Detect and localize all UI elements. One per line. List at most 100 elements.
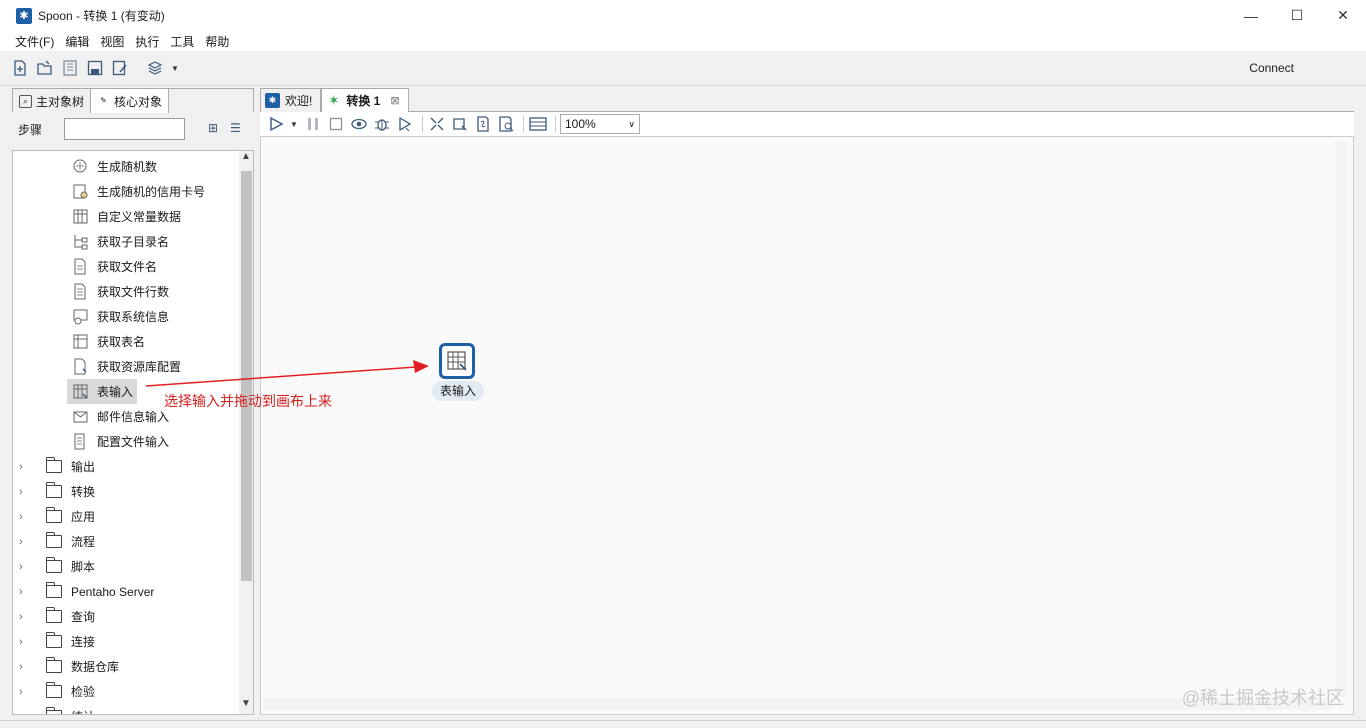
tree-scrollbar[interactable]: ▲ ▼: [239, 151, 253, 714]
show-results-icon[interactable]: [528, 115, 547, 134]
explore-repository-icon[interactable]: [60, 58, 80, 78]
tree-folder-transform[interactable]: › 转换: [19, 479, 95, 504]
left-panel-tabs: ⌕ 主对象树 ✎ 核心对象: [12, 88, 254, 113]
impact-icon[interactable]: [450, 115, 469, 134]
debug-icon[interactable]: [372, 115, 391, 134]
expand-all-icon[interactable]: ⊞: [208, 121, 224, 137]
save-as-icon[interactable]: [110, 58, 130, 78]
minimize-button[interactable]: —: [1228, 0, 1274, 31]
new-file-icon[interactable]: [10, 58, 30, 78]
collapse-all-icon[interactable]: ☰: [230, 121, 246, 137]
menu-help[interactable]: 帮助: [205, 33, 229, 50]
run-icon[interactable]: [266, 115, 285, 134]
connect-button[interactable]: Connect: [1249, 61, 1294, 75]
tree-item-get-table-names[interactable]: 获取表名: [71, 329, 145, 354]
replay-icon[interactable]: [395, 115, 414, 134]
chevron-right-icon[interactable]: ›: [19, 611, 37, 623]
window-controls: — ☐ ✕: [1228, 0, 1366, 31]
tree-folder-script[interactable]: › 脚本: [19, 554, 95, 579]
tree-folder-application[interactable]: › 应用: [19, 504, 95, 529]
open-file-icon[interactable]: [35, 58, 55, 78]
menu-tools[interactable]: 工具: [170, 33, 194, 50]
save-icon[interactable]: [85, 58, 105, 78]
repository-config-icon: [71, 357, 90, 376]
steps-search-input[interactable]: [64, 118, 185, 140]
system-info-icon: [71, 307, 90, 326]
chevron-right-icon[interactable]: ›: [19, 711, 37, 715]
chevron-right-icon[interactable]: ›: [19, 461, 37, 473]
canvas-vertical-scrollbar[interactable]: [1335, 141, 1347, 697]
verify-icon[interactable]: [427, 115, 446, 134]
explore-db-icon[interactable]: [496, 115, 515, 134]
tree-folder-pentaho-server[interactable]: › Pentaho Server: [19, 579, 154, 604]
chevron-right-icon[interactable]: ›: [19, 686, 37, 698]
tree-folder-output[interactable]: › 输出: [19, 454, 95, 479]
chevron-right-icon[interactable]: ›: [19, 511, 37, 523]
steps-label: 步骤: [18, 122, 43, 137]
tree-folder-validation[interactable]: › 检验: [19, 679, 95, 704]
folder-label: 转换: [71, 485, 96, 499]
tree-item-mail-input[interactable]: 邮件信息输入: [71, 404, 169, 429]
tree-folder-lookup[interactable]: › 查询: [19, 604, 95, 629]
tree-item-label: 获取系统信息: [97, 310, 170, 324]
maximize-button[interactable]: ☐: [1274, 0, 1320, 31]
close-tab-icon[interactable]: ⊠: [390, 94, 399, 107]
tree-folder-flow[interactable]: › 流程: [19, 529, 95, 554]
scroll-up-icon[interactable]: ▲: [239, 151, 253, 167]
menu-bar: 文件(F) 编辑 视图 执行 工具 帮助: [0, 31, 1366, 51]
canvas-horizontal-scrollbar[interactable]: [263, 698, 1333, 710]
stop-icon[interactable]: [326, 115, 345, 134]
toolbar-separator: [422, 115, 423, 133]
folder-icon: [46, 607, 62, 623]
menu-edit[interactable]: 编辑: [65, 33, 89, 50]
chevron-right-icon[interactable]: ›: [19, 561, 37, 573]
table-input-icon: [447, 351, 467, 371]
preview-icon[interactable]: [349, 115, 368, 134]
pause-icon[interactable]: [303, 115, 322, 134]
tree-folder-joins[interactable]: › 连接: [19, 629, 95, 654]
tree-item-repository-config[interactable]: 获取资源库配置: [71, 354, 181, 379]
tree-item-label: 获取子目录名: [97, 235, 170, 249]
tree-item-label: 配置文件输入: [97, 435, 170, 449]
tab-label: 主对象树: [36, 94, 85, 109]
tab-transform-1[interactable]: ✶ 转换 1 ⊠: [321, 88, 409, 112]
menu-file[interactable]: 文件(F): [15, 33, 54, 50]
tab-welcome[interactable]: ✱ 欢迎!: [260, 88, 322, 112]
tree-item-table-input[interactable]: 表输入: [67, 379, 138, 404]
tree-item-get-file-rows[interactable]: 获取文件行数: [71, 279, 169, 304]
tab-main-object-tree[interactable]: ⌕ 主对象树: [13, 89, 92, 113]
menu-view[interactable]: 视图: [100, 33, 124, 50]
folder-label: 检验: [71, 685, 96, 699]
scrollbar-thumb[interactable]: [241, 171, 252, 581]
folder-label: 数据仓库: [71, 660, 120, 674]
chevron-right-icon[interactable]: ›: [19, 586, 37, 598]
layers-icon[interactable]: [145, 58, 165, 78]
tree-item-random-number[interactable]: 生成随机数: [71, 154, 157, 179]
tree-item-label: 表输入: [97, 385, 134, 399]
chevron-right-icon[interactable]: ›: [19, 661, 37, 673]
chevron-right-icon[interactable]: ›: [19, 536, 37, 548]
tree-item-custom-constant[interactable]: 自定义常量数据: [71, 204, 181, 229]
step-table-input[interactable]: [439, 343, 475, 379]
tree-item-config-file-input[interactable]: 配置文件输入: [71, 429, 169, 454]
scroll-down-icon[interactable]: ▼: [239, 698, 253, 714]
run-dropdown-icon[interactable]: ▼: [289, 115, 299, 134]
tree-item-system-info[interactable]: 获取系统信息: [71, 304, 169, 329]
chevron-right-icon[interactable]: ›: [19, 636, 37, 648]
tree-item-label: 获取文件行数: [97, 285, 170, 299]
layers-dropdown-icon[interactable]: ▼: [170, 58, 180, 78]
menu-run[interactable]: 执行: [135, 33, 159, 50]
tree-item-random-card[interactable]: 生成随机的信用卡号: [71, 179, 205, 204]
tree-item-get-subdir[interactable]: 获取子目录名: [71, 229, 169, 254]
close-button[interactable]: ✕: [1320, 0, 1366, 31]
tab-core-objects[interactable]: ✎ 核心对象: [91, 89, 170, 113]
chevron-right-icon[interactable]: ›: [19, 486, 37, 498]
tree-item-get-filename[interactable]: 获取文件名: [71, 254, 157, 279]
file-icon: [71, 257, 90, 276]
toolbar-separator: [555, 115, 556, 133]
zoom-select[interactable]: 100% ∨: [560, 114, 640, 134]
sql-icon[interactable]: [473, 115, 492, 134]
tree-folder-data-warehouse[interactable]: › 数据仓库: [19, 654, 119, 679]
transformation-canvas[interactable]: 表输入: [260, 136, 1354, 715]
tree-folder-statistics[interactable]: › 统计: [19, 704, 95, 715]
